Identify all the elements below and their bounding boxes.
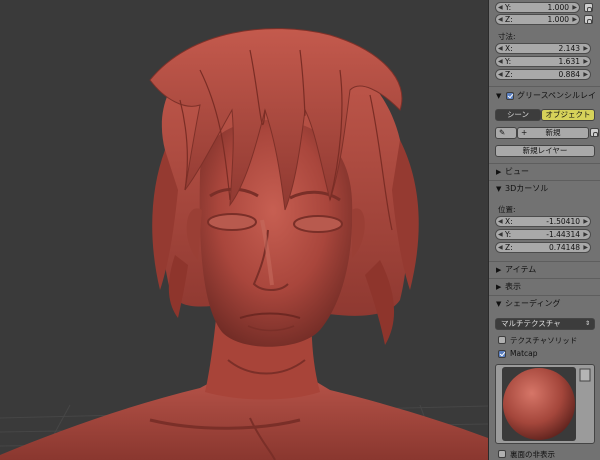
triangle-down-icon: ▼ bbox=[496, 92, 502, 100]
matcap-checkbox-icon[interactable] bbox=[498, 350, 506, 358]
item-header[interactable]: ▶ アイテム bbox=[489, 262, 600, 278]
3d-viewport[interactable] bbox=[0, 0, 488, 460]
lock-icon[interactable] bbox=[584, 15, 593, 24]
shading-header[interactable]: ▼ シェーディング bbox=[489, 296, 600, 312]
dimensions-label: 寸法: bbox=[498, 32, 516, 41]
increment-arrow-icon[interactable]: ▶ bbox=[583, 57, 588, 67]
3d-cursor-header[interactable]: ▼ 3Dカーソル bbox=[489, 181, 600, 197]
view-header[interactable]: ▶ ビュー bbox=[489, 164, 600, 180]
decrement-arrow-icon[interactable]: ◀ bbox=[498, 44, 503, 54]
dropdown-arrows-icon: ⇕ bbox=[584, 320, 590, 327]
grease-pencil-checkbox-icon[interactable] bbox=[506, 92, 514, 100]
textured-solid-checkbox-icon[interactable] bbox=[498, 336, 506, 344]
decrement-arrow-icon[interactable]: ◀ bbox=[498, 15, 503, 25]
decrement-arrow-icon[interactable]: ◀ bbox=[498, 217, 503, 227]
increment-arrow-icon[interactable]: ▶ bbox=[572, 15, 577, 25]
plus-icon: + bbox=[521, 128, 528, 137]
new-layer-button[interactable]: 新規レイヤー bbox=[495, 145, 595, 157]
shading-mode-select[interactable]: マルチテクスチャ ⇕ bbox=[495, 318, 595, 330]
tab-scene[interactable]: シーン bbox=[495, 109, 541, 121]
increment-arrow-icon[interactable]: ▶ bbox=[583, 217, 588, 227]
matcap-head-model bbox=[0, 28, 488, 460]
textured-solid-label: テクスチャソリッド bbox=[510, 336, 578, 345]
triangle-right-icon: ▶ bbox=[496, 168, 502, 176]
divider bbox=[489, 86, 600, 87]
matcap-sphere-icon bbox=[503, 368, 575, 440]
display-header[interactable]: ▶ 表示 bbox=[489, 279, 600, 295]
new-button[interactable]: + 新規 bbox=[517, 127, 589, 139]
backface-culling-label: 裏面の非表示 bbox=[510, 450, 555, 459]
pencil-icon[interactable]: ✎ bbox=[495, 127, 517, 139]
decrement-arrow-icon[interactable]: ◀ bbox=[498, 70, 503, 80]
triangle-down-icon: ▼ bbox=[496, 185, 502, 193]
increment-arrow-icon[interactable]: ▶ bbox=[583, 230, 588, 240]
cursor-y-field[interactable]: ◀ Y: -1.44314 ▶ bbox=[495, 229, 591, 240]
tab-object[interactable]: オブジェクト bbox=[541, 109, 595, 121]
triangle-right-icon: ▶ bbox=[496, 283, 502, 291]
cursor-z-field[interactable]: ◀ Z: 0.74148 ▶ bbox=[495, 242, 591, 253]
properties-sidebar: ◀ Y: 1.000 ▶ ◀ Z: 1.000 ▶ 寸法: ◀ X: 2.143… bbox=[488, 0, 600, 460]
increment-arrow-icon[interactable]: ▶ bbox=[583, 44, 588, 54]
decrement-arrow-icon[interactable]: ◀ bbox=[498, 230, 503, 240]
matcap-preview[interactable] bbox=[495, 364, 595, 444]
triangle-right-icon: ▶ bbox=[496, 266, 502, 274]
lock-icon[interactable] bbox=[590, 128, 599, 137]
scale-y-field[interactable]: ◀ Y: 1.000 ▶ bbox=[495, 2, 580, 13]
decrement-arrow-icon[interactable]: ◀ bbox=[498, 3, 503, 13]
increment-arrow-icon[interactable]: ▶ bbox=[572, 3, 577, 13]
lock-icon[interactable] bbox=[584, 3, 593, 12]
backface-culling-checkbox-icon[interactable] bbox=[498, 450, 506, 458]
grease-pencil-header[interactable]: ▼ グリースペンシルレイ bbox=[489, 88, 600, 104]
dimension-y-field[interactable]: ◀ Y: 1.631 ▶ bbox=[495, 56, 591, 67]
cursor-x-field[interactable]: ◀ X: -1.50410 ▶ bbox=[495, 216, 591, 227]
triangle-down-icon: ▼ bbox=[496, 300, 502, 308]
decrement-arrow-icon[interactable]: ◀ bbox=[498, 243, 503, 253]
dimension-z-field[interactable]: ◀ Z: 0.884 ▶ bbox=[495, 69, 591, 80]
scale-z-field[interactable]: ◀ Z: 1.000 ▶ bbox=[495, 14, 580, 25]
dimension-x-field[interactable]: ◀ X: 2.143 ▶ bbox=[495, 43, 591, 54]
location-label: 位置: bbox=[498, 205, 516, 214]
increment-arrow-icon[interactable]: ▶ bbox=[583, 243, 588, 253]
decrement-arrow-icon[interactable]: ◀ bbox=[498, 57, 503, 67]
increment-arrow-icon[interactable]: ▶ bbox=[583, 70, 588, 80]
matcap-label: Matcap bbox=[510, 349, 538, 358]
